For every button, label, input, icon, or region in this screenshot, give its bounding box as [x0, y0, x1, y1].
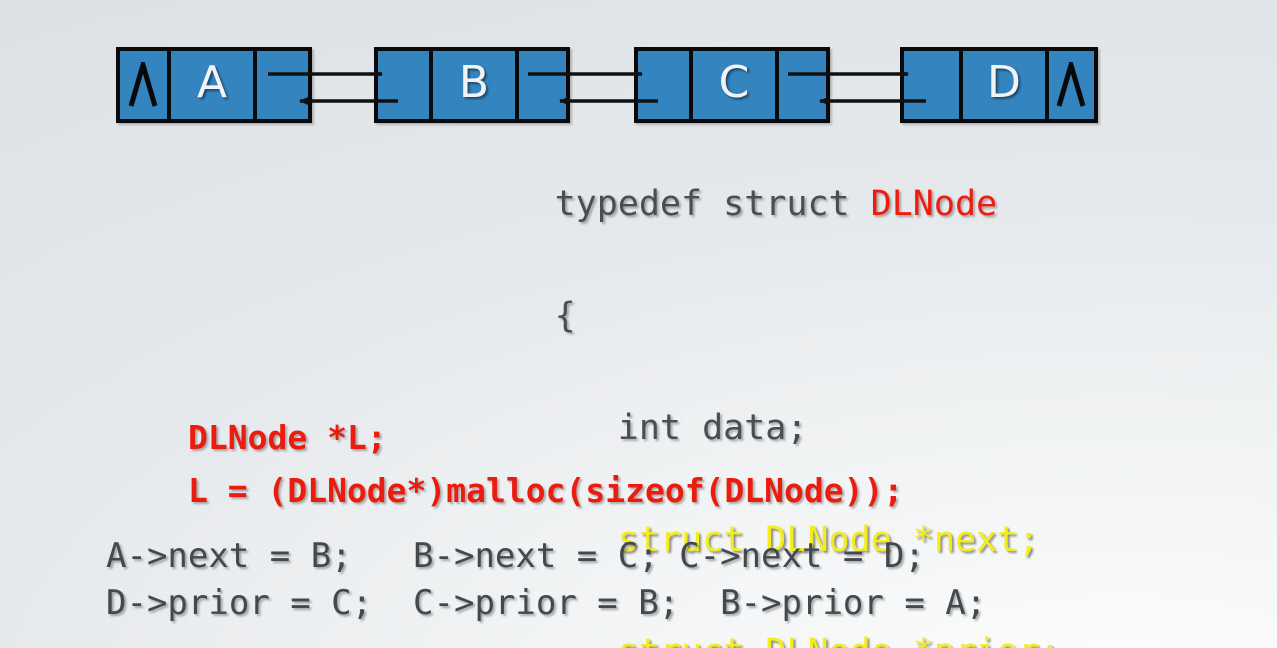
node-d-data-cell: D: [958, 51, 1045, 119]
slide-canvas: A B C D typedef struct DLNode {int data…: [0, 0, 1277, 648]
node-c-prior-cell: [638, 51, 689, 119]
node-c-data-label: C: [718, 57, 750, 108]
node-a-data-label: A: [196, 57, 228, 108]
linked-list-diagram: A B C D: [0, 0, 1277, 140]
node-d-data-label: D: [986, 57, 1021, 108]
struct-line-1-token-0: {: [554, 296, 576, 336]
link-statements-block: A->next = B; B->next = C; C->next = D; D…: [106, 539, 986, 633]
node-b-next-cell: [515, 51, 566, 119]
struct-line-1: {: [386, 264, 1060, 369]
list-node-d: D: [900, 47, 1098, 123]
struct-line-0-token-0: typedef struct: [554, 184, 871, 224]
node-d-next-cell: [1044, 51, 1094, 119]
node-b-prior-cell: [378, 51, 429, 119]
node-b-data-cell: B: [428, 51, 516, 119]
link-line-0: A->next = B; B->next = C; C->next = D;: [106, 536, 925, 576]
struct-line-4-token-0: struct DLNode *prior;: [555, 632, 1061, 648]
list-node-b: B: [374, 47, 570, 123]
list-node-a: A: [116, 47, 312, 123]
node-b-data-label: B: [458, 57, 490, 108]
node-d-prior-cell: [904, 51, 959, 119]
link-line-1: D->prior = C; C->prior = B; B->prior = A…: [106, 583, 987, 623]
node-c-data-cell: C: [688, 51, 776, 119]
nil-pointer-icon: [1057, 62, 1086, 107]
allocation-block: DLNode *L; L = (DLNode*)malloc(sizeof(DL…: [188, 421, 903, 527]
node-a-data-cell: A: [166, 51, 254, 119]
node-c-next-cell: [775, 51, 826, 119]
alloc-line-0: DLNode *L;: [188, 418, 387, 457]
nil-pointer-icon: [129, 62, 158, 107]
alloc-line-1: L = (DLNode*)malloc(sizeof(DLNode));: [188, 471, 904, 510]
list-node-c: C: [634, 47, 830, 123]
struct-line-0: typedef struct DLNode: [386, 152, 1060, 257]
struct-line-0-token-1: DLNode: [870, 184, 998, 224]
node-a-prior-cell: [120, 51, 167, 119]
node-a-next-cell: [253, 51, 308, 119]
